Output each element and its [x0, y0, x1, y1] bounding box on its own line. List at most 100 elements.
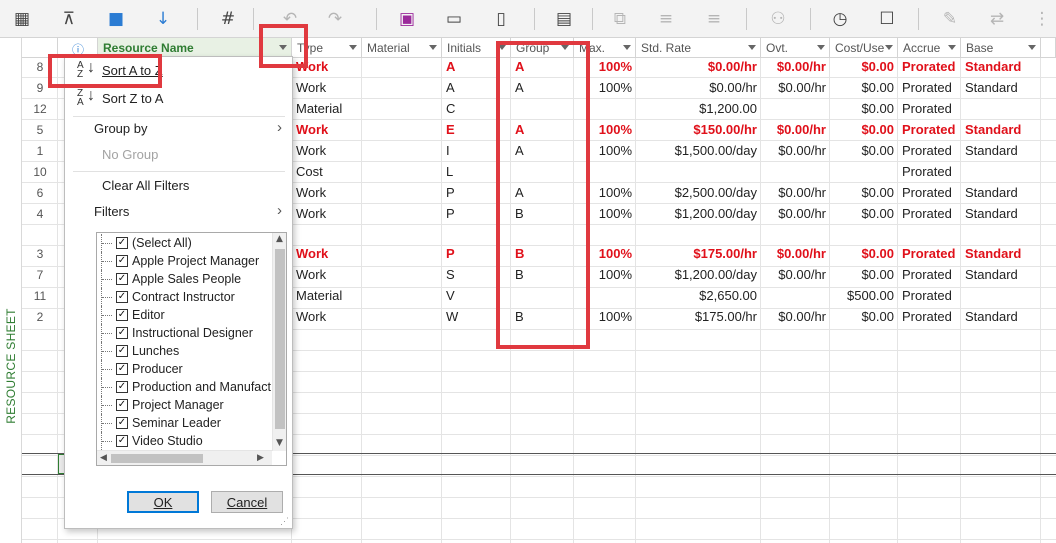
- chevron-down-icon[interactable]: [429, 45, 437, 50]
- vertical-scrollbar[interactable]: ▲ ▼: [272, 233, 286, 451]
- cell-ovt[interactable]: $0.00/hr: [761, 244, 830, 265]
- link-icon[interactable]: ⇄: [985, 7, 1009, 31]
- cell-std[interactable]: $150.00/hr: [636, 120, 761, 141]
- cell-accrue[interactable]: Prorated: [898, 99, 961, 120]
- checkbox[interactable]: ✓: [116, 435, 128, 447]
- cell-type[interactable]: Work: [292, 141, 362, 162]
- org-chart-icon[interactable]: ⊼: [57, 7, 81, 31]
- row-id[interactable]: 10: [22, 162, 58, 183]
- cell-ovt[interactable]: $0.00/hr: [761, 120, 830, 141]
- cell-cost[interactable]: $0.00: [830, 57, 898, 78]
- cell-ovt[interactable]: $0.00/hr: [761, 57, 830, 78]
- cell-cost[interactable]: $0.00: [830, 78, 898, 99]
- column-header-ovt[interactable]: Ovt.: [761, 38, 830, 58]
- assign-resources-icon[interactable]: ⚇: [766, 7, 790, 31]
- cell-type[interactable]: Cost: [292, 162, 362, 183]
- cell-base[interactable]: Standard: [961, 120, 1041, 141]
- cell-std[interactable]: $2,500.00/day: [636, 183, 761, 204]
- cell-std[interactable]: $175.00/hr: [636, 307, 761, 328]
- cell-type[interactable]: Material: [292, 286, 362, 307]
- cell-cost[interactable]: $0.00: [830, 183, 898, 204]
- cell-accrue[interactable]: Prorated: [898, 265, 961, 286]
- chevron-down-icon[interactable]: [1028, 45, 1036, 50]
- scroll-right-icon[interactable]: ▶: [257, 453, 264, 463]
- cell-type[interactable]: Work: [292, 78, 362, 99]
- column-header-accrue[interactable]: Accrue: [898, 38, 961, 58]
- checkbox[interactable]: ✓: [116, 237, 128, 249]
- chevron-down-icon[interactable]: [948, 45, 956, 50]
- cell-cost[interactable]: $0.00: [830, 99, 898, 120]
- cell-accrue[interactable]: Prorated: [898, 204, 961, 225]
- cell-std[interactable]: $1,200.00/day: [636, 265, 761, 286]
- row-id[interactable]: 5: [22, 120, 58, 141]
- cell-cost[interactable]: $0.00: [830, 120, 898, 141]
- row-id[interactable]: 1: [22, 141, 58, 162]
- column-header-std-rate[interactable]: Std. Rate: [636, 38, 761, 58]
- cell-base[interactable]: [961, 99, 1041, 120]
- cell-ovt[interactable]: $0.00/hr: [761, 141, 830, 162]
- row-id[interactable]: 7: [22, 265, 58, 286]
- cell-base[interactable]: [961, 286, 1041, 307]
- cell-base[interactable]: Standard: [961, 265, 1041, 286]
- cell-base[interactable]: Standard: [961, 141, 1041, 162]
- scroll-up-icon[interactable]: ▲: [276, 234, 283, 244]
- cell-ovt[interactable]: $0.00/hr: [761, 265, 830, 286]
- cell-type[interactable]: Work: [292, 183, 362, 204]
- row-id[interactable]: 6: [22, 183, 58, 204]
- cell-accrue[interactable]: Prorated: [898, 162, 961, 183]
- cell-ovt[interactable]: $0.00/hr: [761, 307, 830, 328]
- cell-base[interactable]: Standard: [961, 183, 1041, 204]
- filter-item[interactable]: ✓ Production and Manufact: [97, 378, 277, 396]
- cell-cost[interactable]: $0.00: [830, 307, 898, 328]
- cell-type[interactable]: Work: [292, 120, 362, 141]
- cell-ovt[interactable]: [761, 99, 830, 120]
- sort-z-to-a-item[interactable]: Z A ↓ Sort Z to A: [65, 86, 292, 112]
- cell-cost[interactable]: $0.00: [830, 244, 898, 265]
- cell-ovt[interactable]: [761, 286, 830, 307]
- cell-base[interactable]: Standard: [961, 244, 1041, 265]
- chevron-down-icon[interactable]: [623, 45, 631, 50]
- filter-item[interactable]: ✓ Video Studio: [97, 432, 277, 450]
- scroll-left-icon[interactable]: ◀: [100, 453, 107, 463]
- cell-accrue[interactable]: Prorated: [898, 141, 961, 162]
- cell-cost[interactable]: $0.00: [830, 265, 898, 286]
- cell-ovt[interactable]: $0.00/hr: [761, 78, 830, 99]
- scroll-down-icon[interactable]: ▼: [276, 438, 283, 448]
- clock-icon[interactable]: ◷: [828, 7, 852, 31]
- filter-item[interactable]: ✓ Editor: [97, 306, 277, 324]
- user-card-icon[interactable]: ☐: [875, 7, 899, 31]
- cell-std[interactable]: $1,200.00/day: [636, 204, 761, 225]
- filters-item[interactable]: Filters ›: [65, 199, 292, 225]
- filter-item[interactable]: ✓ Instructional Designer: [97, 324, 277, 342]
- cell-std[interactable]: $1,500.00/day: [636, 141, 761, 162]
- checkbox[interactable]: ✓: [116, 381, 128, 393]
- scrollbar-thumb[interactable]: [111, 454, 203, 463]
- link-tasks-icon[interactable]: ⧉: [608, 7, 632, 31]
- cell-type[interactable]: Material: [292, 99, 362, 120]
- cell-accrue[interactable]: Prorated: [898, 120, 961, 141]
- row-id[interactable]: 4: [22, 204, 58, 225]
- cell-std[interactable]: $2,650.00: [636, 286, 761, 307]
- row-id[interactable]: 11: [22, 286, 58, 307]
- folder-icon[interactable]: ▭: [442, 7, 466, 31]
- filter-item[interactable]: ✓ (Select All): [97, 234, 277, 252]
- clear-all-filters-item[interactable]: Clear All Filters: [65, 173, 292, 199]
- more-icon[interactable]: ⋮: [1030, 7, 1054, 31]
- cell-accrue[interactable]: Prorated: [898, 286, 961, 307]
- row-id[interactable]: 2: [22, 307, 58, 328]
- column-header-material[interactable]: Material: [362, 38, 442, 58]
- cell-accrue[interactable]: Prorated: [898, 307, 961, 328]
- pin-icon[interactable]: ✎: [938, 7, 962, 31]
- cell-cost[interactable]: $500.00: [830, 286, 898, 307]
- filter-item[interactable]: ✓ Apple Sales People: [97, 270, 277, 288]
- cell-accrue[interactable]: Prorated: [898, 244, 961, 265]
- cell-base[interactable]: Standard: [961, 78, 1041, 99]
- checkbox[interactable]: ✓: [116, 309, 128, 321]
- cell-accrue[interactable]: Prorated: [898, 183, 961, 204]
- column-header-base[interactable]: Base: [961, 38, 1041, 58]
- filter-item[interactable]: ✓ Lunches: [97, 342, 277, 360]
- cell-ovt[interactable]: $0.00/hr: [761, 183, 830, 204]
- row-id[interactable]: 12: [22, 99, 58, 120]
- cell-cost[interactable]: [830, 162, 898, 183]
- checkbox[interactable]: ✓: [116, 255, 128, 267]
